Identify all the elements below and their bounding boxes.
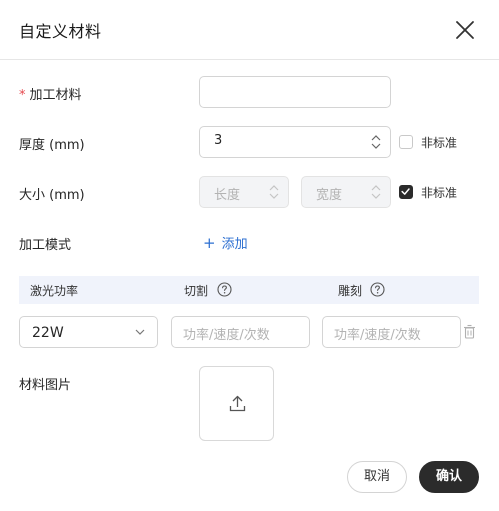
mode-table-header: 激光功率 切割 雕刻 [19, 276, 479, 304]
power-select-value: 22W [32, 325, 64, 341]
delete-row-icon[interactable] [463, 324, 476, 339]
dialog-header: 自定义材料 [0, 0, 499, 60]
size-nonstandard-label: 非标准 [421, 186, 458, 200]
engrave-params-input[interactable]: 功率/速度/次数 [322, 316, 461, 348]
add-mode-button[interactable]: + 添加 [203, 233, 248, 252]
material-label-text: 加工材料 [29, 88, 82, 103]
add-mode-label: 添加 [221, 237, 248, 252]
cut-params-input[interactable]: 功率/速度/次数 [171, 316, 310, 348]
image-label: 材料图片 [19, 378, 72, 393]
size-label: 大小 (mm) [19, 188, 85, 203]
required-mark: * [19, 88, 26, 103]
cut-params-placeholder: 功率/速度/次数 [183, 328, 270, 343]
power-select[interactable]: 22W [19, 316, 158, 348]
width-input[interactable]: 宽度 [301, 176, 391, 208]
thickness-nonstandard-label: 非标准 [421, 136, 458, 150]
confirm-button[interactable]: 确认 [419, 461, 479, 493]
width-placeholder: 宽度 [316, 188, 343, 203]
upload-icon [229, 395, 246, 412]
close-icon[interactable] [454, 19, 476, 41]
thickness-label: 厚度 (mm) [19, 138, 85, 153]
image-upload-button[interactable] [199, 366, 274, 441]
cancel-button[interactable]: 取消 [347, 461, 407, 493]
column-header-engrave: 雕刻 [338, 284, 363, 298]
engrave-params-placeholder: 功率/速度/次数 [334, 328, 421, 343]
column-header-power: 激光功率 [30, 284, 79, 298]
dialog-title: 自定义材料 [19, 22, 102, 41]
check-icon [401, 188, 410, 195]
plus-icon: + [203, 234, 216, 252]
cut-help-icon[interactable] [217, 282, 232, 297]
column-header-cut: 切割 [184, 284, 209, 298]
engrave-help-icon[interactable] [370, 282, 385, 297]
thickness-input[interactable]: 3 [199, 126, 391, 158]
number-spinner-icon[interactable] [371, 134, 381, 150]
material-label: * 加工材料 [19, 84, 82, 103]
custom-material-dialog: 自定义材料 *加工材料 厚度 (mm) 3 非标准 大小 (mm) 长度 宽度 [0, 0, 499, 511]
length-placeholder: 长度 [214, 188, 241, 203]
length-spinner-icon [269, 185, 279, 199]
mode-label: 加工模式 [19, 238, 72, 253]
chevron-down-icon [135, 329, 145, 335]
size-nonstandard-checkbox[interactable] [399, 185, 413, 199]
width-spinner-icon [371, 185, 381, 199]
material-input[interactable] [199, 76, 391, 108]
thickness-value: 3 [214, 133, 223, 148]
length-input[interactable]: 长度 [199, 176, 289, 208]
thickness-nonstandard-checkbox[interactable] [399, 135, 413, 149]
